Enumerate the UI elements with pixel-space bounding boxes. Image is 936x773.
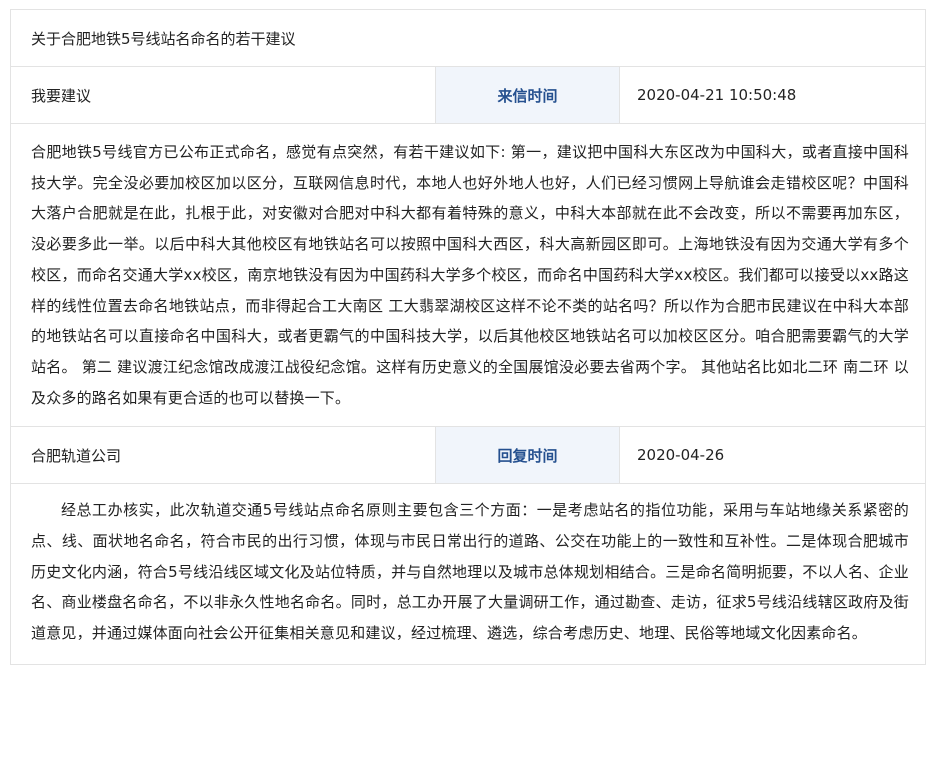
letter-body-row: 合肥地铁5号线官方已公布正式命名，感觉有点突然，有若干建议如下: 第一，建议把中…: [10, 124, 926, 428]
letter-title: 关于合肥地铁5号线站名命名的若干建议: [31, 29, 296, 48]
reply-department: 合肥轨道公司: [11, 427, 436, 484]
reply-meta-row: 合肥轨道公司 回复时间 2020-04-26: [10, 427, 926, 485]
letter-board: 关于合肥地铁5号线站名命名的若干建议 我要建议 来信时间 2020-04-21 …: [10, 9, 926, 665]
letter-time-value: 2020-04-21 10:50:48: [637, 86, 797, 104]
reply-body: 经总工办核实，此次轨道交通5号线站点命名原则主要包含三个方面：一是考虑站名的指位…: [31, 501, 909, 643]
reply-time-label: 回复时间: [436, 427, 620, 484]
letter-time-label: 来信时间: [436, 67, 620, 123]
letter-title-row: 关于合肥地铁5号线站名命名的若干建议: [10, 10, 926, 67]
letter-meta-row: 我要建议 来信时间 2020-04-21 10:50:48: [10, 67, 926, 124]
letter-category: 我要建议: [11, 67, 436, 123]
letter-body: 合肥地铁5号线官方已公布正式命名，感觉有点突然，有若干建议如下: 第一，建议把中…: [31, 143, 909, 407]
reply-body-row: 经总工办核实，此次轨道交通5号线站点命名原则主要包含三个方面：一是考虑站名的指位…: [10, 484, 926, 665]
reply-time-value: 2020-04-26: [637, 446, 725, 465]
